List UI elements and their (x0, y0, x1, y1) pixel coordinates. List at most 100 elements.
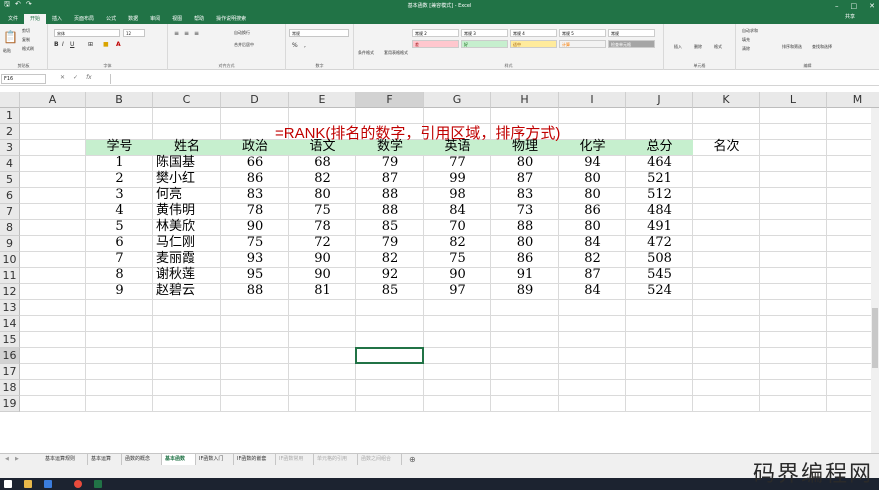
table-cell[interactable]: 87 (491, 171, 559, 187)
row-header-17[interactable]: 17 (0, 364, 20, 380)
table-cell[interactable]: 521 (626, 171, 693, 187)
table-cell[interactable]: 80 (559, 171, 626, 187)
table-cell[interactable]: 85 (356, 283, 424, 299)
active-cell[interactable] (355, 347, 424, 364)
row-header-10[interactable]: 10 (0, 252, 20, 268)
cell-style-item[interactable]: 常规 3 (461, 29, 508, 37)
bold-button[interactable]: B (54, 41, 59, 48)
table-cell[interactable]: 512 (626, 187, 693, 203)
table-cell[interactable]: 86 (559, 203, 626, 219)
table-header-cell[interactable]: 数学 (356, 139, 424, 155)
table-cell[interactable]: 86 (221, 171, 289, 187)
paste-icon[interactable]: 📋 (3, 30, 18, 44)
table-cell[interactable]: 麦丽霞 (153, 251, 221, 267)
format-painter-button[interactable]: 格式刷 (22, 46, 34, 52)
copy-button[interactable]: 复制 (22, 37, 30, 43)
table-header-cell[interactable]: 英语 (424, 139, 491, 155)
column-header-I[interactable]: I (559, 92, 626, 108)
add-sheet-icon[interactable]: ⊕ (406, 454, 419, 465)
align-bottom-icon[interactable]: ≡ (194, 30, 199, 37)
table-cell[interactable]: 79 (356, 155, 424, 171)
comma-icon[interactable]: , (304, 42, 306, 49)
table-cell[interactable]: 8 (86, 267, 153, 283)
row-header-3[interactable]: 3 (0, 140, 20, 156)
table-cell[interactable]: 77 (424, 155, 491, 171)
maximize-icon[interactable]: □ (851, 2, 858, 10)
column-header-K[interactable]: K (693, 92, 760, 108)
percent-icon[interactable]: % (292, 42, 298, 49)
cell-style-item[interactable]: 常规 (608, 29, 655, 37)
table-cell[interactable]: 95 (221, 267, 289, 283)
tab-page-layout[interactable]: 页面布局 (68, 14, 100, 24)
start-icon[interactable] (4, 480, 12, 488)
row-header-1[interactable]: 1 (0, 108, 20, 124)
table-cell[interactable]: 472 (626, 235, 693, 251)
table-cell[interactable]: 93 (221, 251, 289, 267)
table-cell[interactable]: 80 (559, 187, 626, 203)
sheet-tab[interactable]: 单元格的引用 (314, 454, 358, 465)
table-cell[interactable]: 66 (221, 155, 289, 171)
sheet-nav-next-icon[interactable]: ▶ (12, 454, 22, 465)
find-select-button[interactable]: 查找和选择 (812, 44, 832, 50)
table-cell[interactable]: 9 (86, 283, 153, 299)
table-cell[interactable]: 524 (626, 283, 693, 299)
sheet-tab[interactable]: IF函数入门 (196, 454, 234, 465)
table-cell[interactable]: 83 (491, 187, 559, 203)
column-header-J[interactable]: J (626, 92, 693, 108)
table-header-cell[interactable]: 姓名 (153, 139, 221, 155)
table-cell[interactable]: 84 (559, 283, 626, 299)
tab-help[interactable]: 帮助 (188, 14, 210, 24)
table-cell[interactable]: 97 (424, 283, 491, 299)
column-header-F[interactable]: F (356, 92, 424, 108)
table-cell[interactable]: 6 (86, 235, 153, 251)
tab-data[interactable]: 数据 (122, 14, 144, 24)
insert-cells-button[interactable]: 插入 (674, 44, 682, 50)
tab-home[interactable]: 开始 (24, 14, 47, 24)
delete-cells-button[interactable]: 删除 (694, 44, 702, 50)
font-name-select[interactable]: 宋体 (54, 29, 120, 37)
merge-center-button[interactable]: 合并后居中 (234, 42, 254, 48)
file-explorer-icon[interactable] (24, 480, 32, 488)
column-header-C[interactable]: C (153, 92, 221, 108)
table-cell[interactable]: 90 (221, 219, 289, 235)
table-cell[interactable]: 70 (424, 219, 491, 235)
tab-formulas[interactable]: 公式 (100, 14, 122, 24)
table-cell[interactable]: 98 (424, 187, 491, 203)
autosum-button[interactable]: 自动求和 (742, 28, 758, 34)
column-header-H[interactable]: H (491, 92, 559, 108)
tab-insert[interactable]: 插入 (46, 14, 68, 24)
table-cell[interactable]: 4 (86, 203, 153, 219)
table-cell[interactable]: 88 (356, 203, 424, 219)
row-header-14[interactable]: 14 (0, 316, 20, 332)
table-cell[interactable]: 91 (491, 267, 559, 283)
font-color-icon[interactable]: A (116, 41, 121, 48)
row-header-2[interactable]: 2 (0, 124, 20, 140)
column-header-L[interactable]: L (760, 92, 827, 108)
table-cell[interactable]: 75 (221, 235, 289, 251)
row-header-9[interactable]: 9 (0, 236, 20, 252)
table-cell[interactable]: 78 (221, 203, 289, 219)
table-cell[interactable]: 何亮 (153, 187, 221, 203)
cell-style-item[interactable]: 检查单元格 (608, 40, 655, 48)
table-cell[interactable]: 2 (86, 171, 153, 187)
table-cell[interactable]: 82 (289, 171, 356, 187)
cell-style-item[interactable]: 常规 5 (559, 29, 606, 37)
row-header-8[interactable]: 8 (0, 220, 20, 236)
table-cell[interactable]: 545 (626, 267, 693, 283)
row-header-5[interactable]: 5 (0, 172, 20, 188)
table-cell[interactable]: 99 (424, 171, 491, 187)
paste-button[interactable]: 粘贴 (3, 48, 11, 54)
row-header-19[interactable]: 19 (0, 396, 20, 412)
table-cell[interactable]: 樊小红 (153, 171, 221, 187)
scrollbar-thumb[interactable] (872, 308, 878, 368)
minimize-icon[interactable]: – (835, 2, 839, 10)
excel-taskbar-icon[interactable] (94, 480, 102, 488)
fill-color-icon[interactable]: ■ (103, 41, 109, 48)
table-cell[interactable]: 72 (289, 235, 356, 251)
table-cell[interactable]: 94 (559, 155, 626, 171)
format-cells-button[interactable]: 格式 (714, 44, 722, 50)
cell-style-item[interactable]: 适中 (510, 40, 557, 48)
vertical-scrollbar[interactable] (871, 108, 879, 453)
row-header-13[interactable]: 13 (0, 300, 20, 316)
table-cell[interactable]: 林美欣 (153, 219, 221, 235)
